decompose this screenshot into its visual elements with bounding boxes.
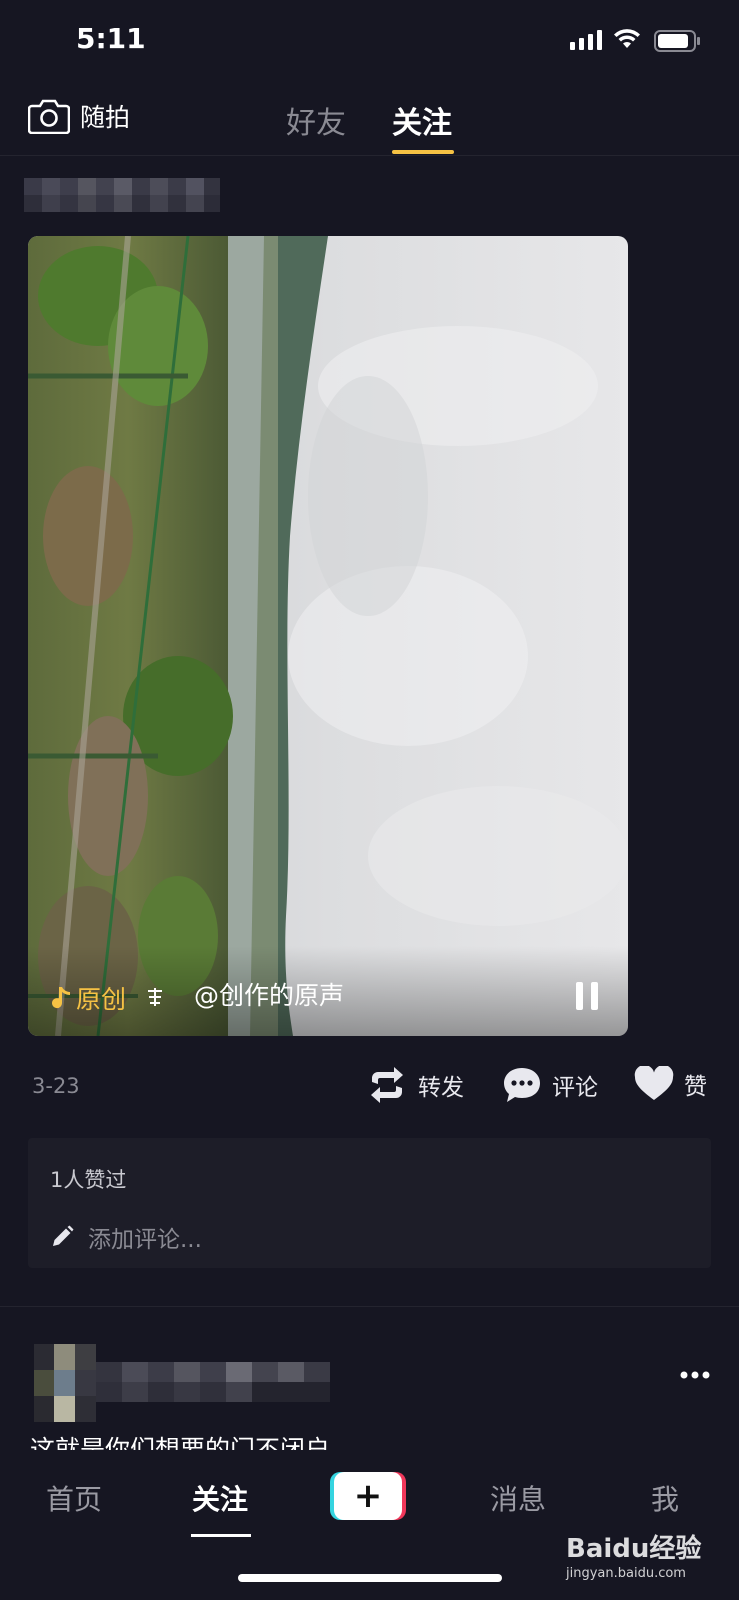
- top-nav: 随拍 好友 关注: [0, 80, 739, 156]
- next-post-author-blurred[interactable]: [96, 1362, 330, 1402]
- original-label: 原创: [76, 985, 127, 1014]
- pause-icon[interactable]: [574, 980, 600, 1012]
- battery-icon: [654, 30, 700, 52]
- home-indicator[interactable]: [238, 1574, 502, 1582]
- camera-icon: [28, 99, 70, 134]
- sound-marquee-icon: [148, 988, 162, 1006]
- video-frame: [28, 236, 628, 1036]
- share-label: 转发: [418, 1075, 464, 1101]
- likes-summary[interactable]: 1人赞过: [50, 1164, 126, 1194]
- cellular-signal-icon: [570, 30, 602, 50]
- create-post-button[interactable]: +: [330, 1472, 406, 1520]
- avatar[interactable]: [34, 1344, 96, 1422]
- video-player[interactable]: 原创 @创作的原声: [28, 236, 628, 1036]
- like-button[interactable]: 赞: [634, 1066, 707, 1102]
- comment-button[interactable]: 评论: [502, 1066, 598, 1104]
- heart-icon: [634, 1066, 674, 1100]
- camera-label: 随拍: [80, 103, 131, 132]
- comment-section: 1人赞过 添加评论...: [28, 1138, 711, 1268]
- post-divider: [0, 1306, 739, 1307]
- post-author-name-blurred: [24, 178, 220, 212]
- comment-icon: [504, 1068, 540, 1102]
- baidu-watermark-url: jingyan.baidu.com: [566, 1566, 686, 1581]
- pencil-icon: [53, 1225, 74, 1246]
- bottom-active-indicator: [191, 1534, 251, 1537]
- tab-home[interactable]: 首页: [46, 1478, 102, 1518]
- plus-icon: +: [353, 1476, 383, 1516]
- add-comment-input[interactable]: 添加评论...: [50, 1220, 202, 1254]
- music-note-icon: [52, 987, 70, 1009]
- sound-label[interactable]: @创作的原声: [194, 976, 344, 1012]
- wifi-icon: [614, 29, 640, 48]
- share-button[interactable]: 转发: [366, 1066, 464, 1104]
- comment-label: 评论: [552, 1075, 598, 1101]
- status-bar: 5:11: [0, 0, 739, 80]
- tab-messages[interactable]: 消息: [490, 1478, 546, 1518]
- repost-icon: [371, 1067, 403, 1103]
- baidu-watermark: Baidu经验: [566, 1534, 702, 1564]
- tab-following[interactable]: 关注: [392, 98, 452, 142]
- more-options-icon[interactable]: [680, 1370, 710, 1380]
- like-label: 赞: [684, 1074, 707, 1100]
- tab-me[interactable]: 我: [651, 1478, 679, 1518]
- active-tab-indicator: [392, 150, 454, 154]
- original-sound-badge[interactable]: 原创: [52, 980, 126, 1016]
- add-comment-placeholder: 添加评论...: [88, 1227, 202, 1253]
- tab-follow[interactable]: 关注: [192, 1478, 248, 1518]
- post-date: 3-23: [32, 1074, 80, 1098]
- status-time: 5:11: [76, 22, 146, 55]
- camera-button[interactable]: 随拍: [28, 94, 130, 138]
- tab-friends[interactable]: 好友: [286, 98, 346, 142]
